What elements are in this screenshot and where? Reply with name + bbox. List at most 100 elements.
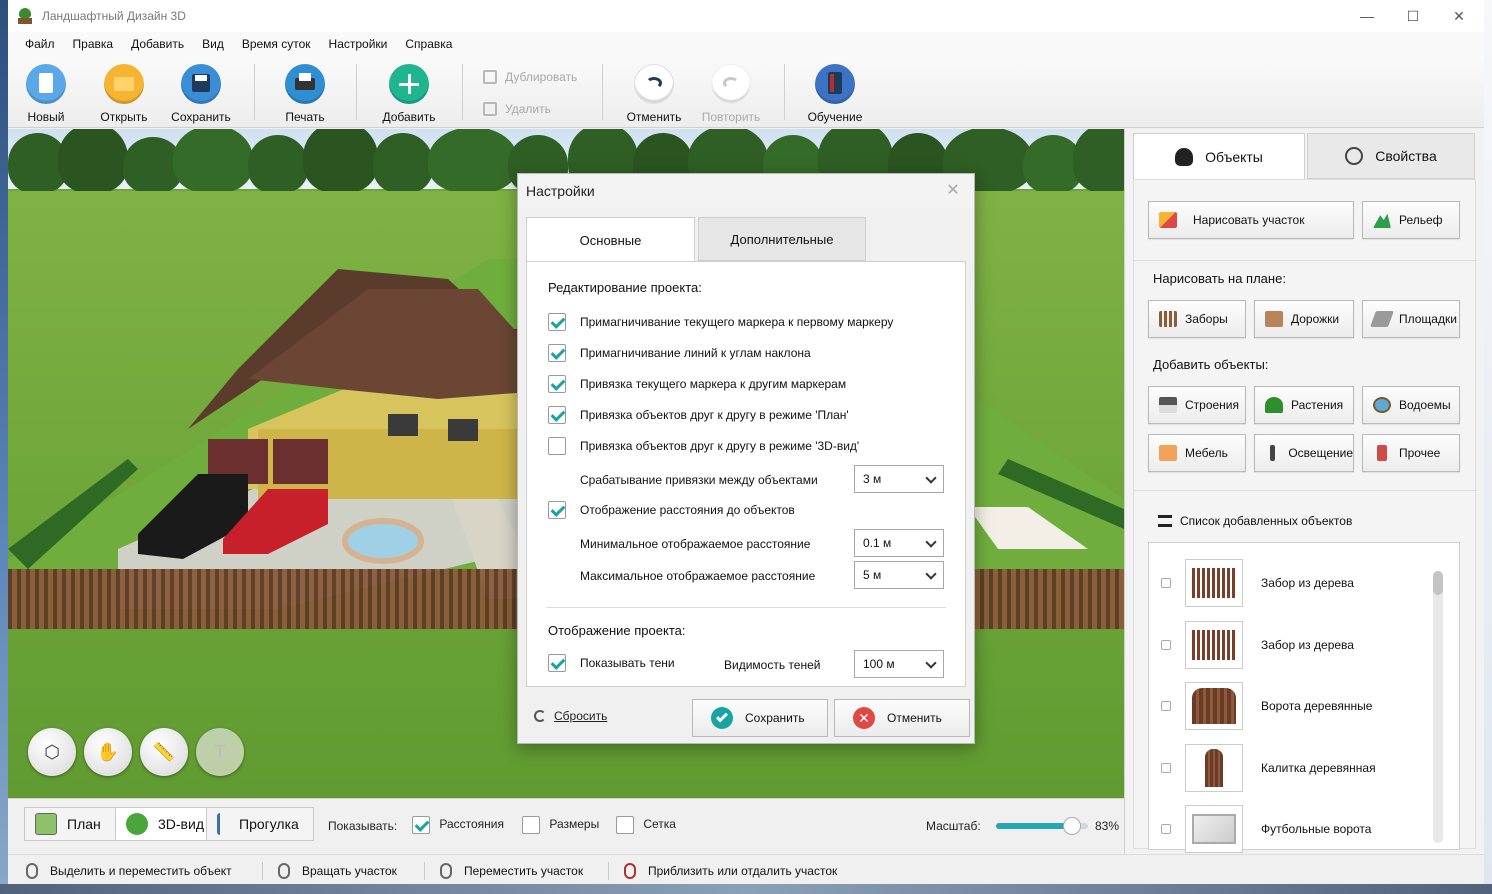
platforms-button[interactable]: Площадки — [1362, 300, 1460, 338]
dialog-cancel-button[interactable]: ✕ Отменить — [834, 699, 970, 737]
snap-angles-checkbox[interactable] — [548, 344, 566, 362]
distances-checkbox[interactable] — [412, 816, 430, 834]
menu-add[interactable]: Добавить — [122, 37, 193, 51]
list-item[interactable]: Футбольные ворота — [1149, 799, 1439, 859]
menu-file[interactable]: Файл — [16, 37, 64, 51]
show-distance-checkbox[interactable] — [548, 501, 566, 519]
list-item[interactable]: Забор из дерева — [1149, 553, 1439, 613]
tab-3d-view[interactable]: 3D-вид — [115, 807, 207, 841]
tab-walk[interactable]: Прогулка — [206, 807, 314, 841]
lighting-button[interactable]: Освещение — [1254, 434, 1354, 472]
add-button[interactable]: Добавить — [371, 60, 447, 124]
chevron-down-icon — [925, 536, 937, 548]
paths-label: Дорожки — [1291, 312, 1340, 326]
text-icon: T — [214, 741, 226, 762]
menu-view[interactable]: Вид — [193, 37, 233, 51]
snap-first-marker-checkbox[interactable] — [548, 313, 566, 331]
tab-general[interactable]: Основные — [526, 217, 695, 262]
objects-list-heading: Список добавленных объектов — [1158, 514, 1352, 528]
snap-objects-plan-checkbox[interactable] — [548, 406, 566, 424]
grid-option[interactable]: Сетка — [616, 816, 676, 834]
lock-icon[interactable] — [1161, 763, 1171, 773]
tab-objects[interactable]: Объекты — [1133, 133, 1305, 179]
furniture-button[interactable]: Мебель — [1148, 434, 1246, 472]
distances-option[interactable]: Расстояния — [412, 816, 504, 834]
menu-edit[interactable]: Правка — [64, 37, 123, 51]
snap-objects-3d-checkbox[interactable] — [548, 437, 566, 455]
list-item[interactable]: Забор из дерева — [1149, 615, 1439, 675]
list-item[interactable]: Калитка деревянная — [1149, 738, 1439, 798]
max-distance-label: Максимальное отображаемое расстояние — [580, 569, 816, 583]
option-snap-first-marker[interactable]: Примагничивание текущего маркера к перво… — [548, 313, 893, 331]
mouse-right-icon — [278, 863, 290, 879]
lock-icon[interactable] — [1161, 640, 1171, 650]
option-show-distance[interactable]: Отображение расстояния до объектов — [548, 501, 795, 519]
select-tool-button[interactable]: ⬡ — [28, 728, 76, 776]
reset-link[interactable]: Сбросить — [534, 709, 607, 723]
redo-button-label: Повторить — [701, 110, 761, 124]
snap-markers-checkbox[interactable] — [548, 375, 566, 393]
snap-distance-select[interactable]: 3 м — [854, 465, 944, 493]
show-shadows-checkbox[interactable] — [548, 654, 566, 672]
save-button[interactable]: Сохранить — [163, 60, 239, 124]
lock-icon[interactable] — [1161, 701, 1171, 711]
gear-icon — [1345, 147, 1364, 165]
grid-checkbox[interactable] — [616, 816, 634, 834]
tab-plan[interactable]: План — [24, 807, 116, 841]
option-snap-objects-plan[interactable]: Привязка объектов друг к другу в режиме … — [548, 406, 849, 424]
menu-help[interactable]: Справка — [396, 37, 461, 51]
dialog-cancel-label: Отменить — [887, 711, 942, 725]
tab-advanced[interactable]: Дополнительные — [698, 217, 866, 261]
fences-button[interactable]: Заборы — [1148, 300, 1246, 338]
relief-button[interactable]: Рельеф — [1362, 201, 1460, 239]
lamp-icon — [1270, 445, 1276, 461]
lock-icon[interactable] — [1161, 578, 1171, 588]
tutorial-button[interactable]: Обучение — [797, 60, 873, 124]
option-snap-objects-3d[interactable]: Привязка объектов друг к другу в режиме … — [548, 437, 859, 455]
duplicate-button[interactable]: Дублировать — [483, 70, 577, 84]
draw-plot-button[interactable]: Нарисовать участок — [1148, 201, 1354, 239]
objects-list-scrollbar[interactable] — [1433, 571, 1443, 843]
plants-button[interactable]: Растения — [1254, 386, 1354, 424]
dialog-close-icon[interactable]: ✕ — [942, 180, 964, 202]
close-button[interactable]: ✕ — [1436, 0, 1482, 32]
option-snap-markers[interactable]: Привязка текущего маркера к другим марке… — [548, 375, 846, 393]
menu-settings[interactable]: Настройки — [320, 37, 397, 51]
shadow-visibility-select[interactable]: 100 м — [854, 650, 944, 678]
lock-icon[interactable] — [1161, 824, 1171, 834]
minimize-button[interactable]: — — [1344, 0, 1390, 32]
text-tool-button[interactable]: T — [196, 728, 244, 776]
hint-zoom: Приблизить или отдалить участок — [624, 863, 837, 879]
min-distance-select[interactable]: 0.1 м — [854, 529, 944, 557]
redo-button[interactable]: Повторить — [693, 60, 769, 124]
undo-button[interactable]: Отменить — [616, 60, 692, 124]
option-show-shadows[interactable]: Показывать тени — [548, 654, 675, 672]
pan-tool-button[interactable]: ✋ — [84, 728, 132, 776]
status-divider — [608, 862, 609, 880]
menu-time-of-day[interactable]: Время суток — [233, 37, 320, 51]
dialog-save-button[interactable]: Сохранить — [692, 699, 828, 737]
new-button[interactable]: Новый — [8, 60, 84, 124]
new-button-label: Новый — [27, 110, 65, 124]
maximize-button[interactable]: ☐ — [1390, 0, 1436, 32]
option-snap-angles[interactable]: Примагничивание линий к углам наклона — [548, 344, 811, 362]
goal-thumbnail — [1185, 805, 1243, 853]
tab-properties[interactable]: Свойства — [1307, 133, 1475, 179]
ponds-button[interactable]: Водоемы — [1362, 386, 1460, 424]
list-item[interactable]: Ворота деревянные — [1149, 676, 1439, 736]
paths-button[interactable]: Дорожки — [1254, 300, 1354, 338]
other-button[interactable]: Прочее — [1362, 434, 1460, 472]
gnome-icon — [1377, 445, 1387, 461]
scrollbar-thumb[interactable] — [1433, 571, 1443, 595]
measure-tool-button[interactable]: 📏 — [140, 728, 188, 776]
open-button[interactable]: Открыть — [86, 60, 162, 124]
sizes-option[interactable]: Размеры — [522, 816, 599, 834]
print-button[interactable]: Печать — [267, 60, 343, 124]
scale-slider-track[interactable] — [996, 817, 1088, 835]
sizes-checkbox[interactable] — [522, 816, 540, 834]
max-distance-select[interactable]: 5 м — [854, 561, 944, 589]
buildings-button[interactable]: Строения — [1148, 386, 1246, 424]
scale-slider-thumb[interactable] — [1063, 817, 1082, 835]
delete-button[interactable]: Удалить — [483, 102, 551, 116]
objects-list[interactable]: Забор из дерева Забор из дерева Ворота д… — [1148, 542, 1460, 853]
